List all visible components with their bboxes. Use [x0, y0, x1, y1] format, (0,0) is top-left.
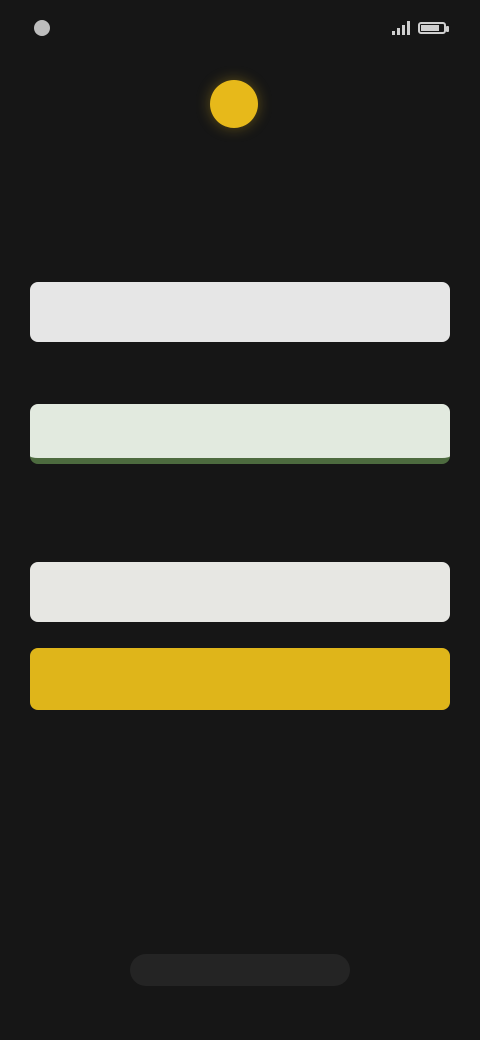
code-input[interactable] — [30, 562, 450, 622]
signal-icon — [392, 21, 410, 35]
status-right — [392, 21, 449, 35]
status-left — [34, 20, 58, 36]
battery-icon — [418, 22, 449, 34]
brand-logo — [0, 80, 480, 128]
status-bar — [0, 0, 480, 56]
footer-link[interactable] — [130, 954, 350, 986]
coin-logo-icon — [210, 80, 258, 128]
battery-level — [421, 25, 439, 31]
username-input[interactable] — [30, 282, 450, 342]
password-input[interactable] — [30, 404, 450, 464]
notification-icon — [34, 20, 50, 36]
submit-button[interactable] — [30, 648, 450, 710]
